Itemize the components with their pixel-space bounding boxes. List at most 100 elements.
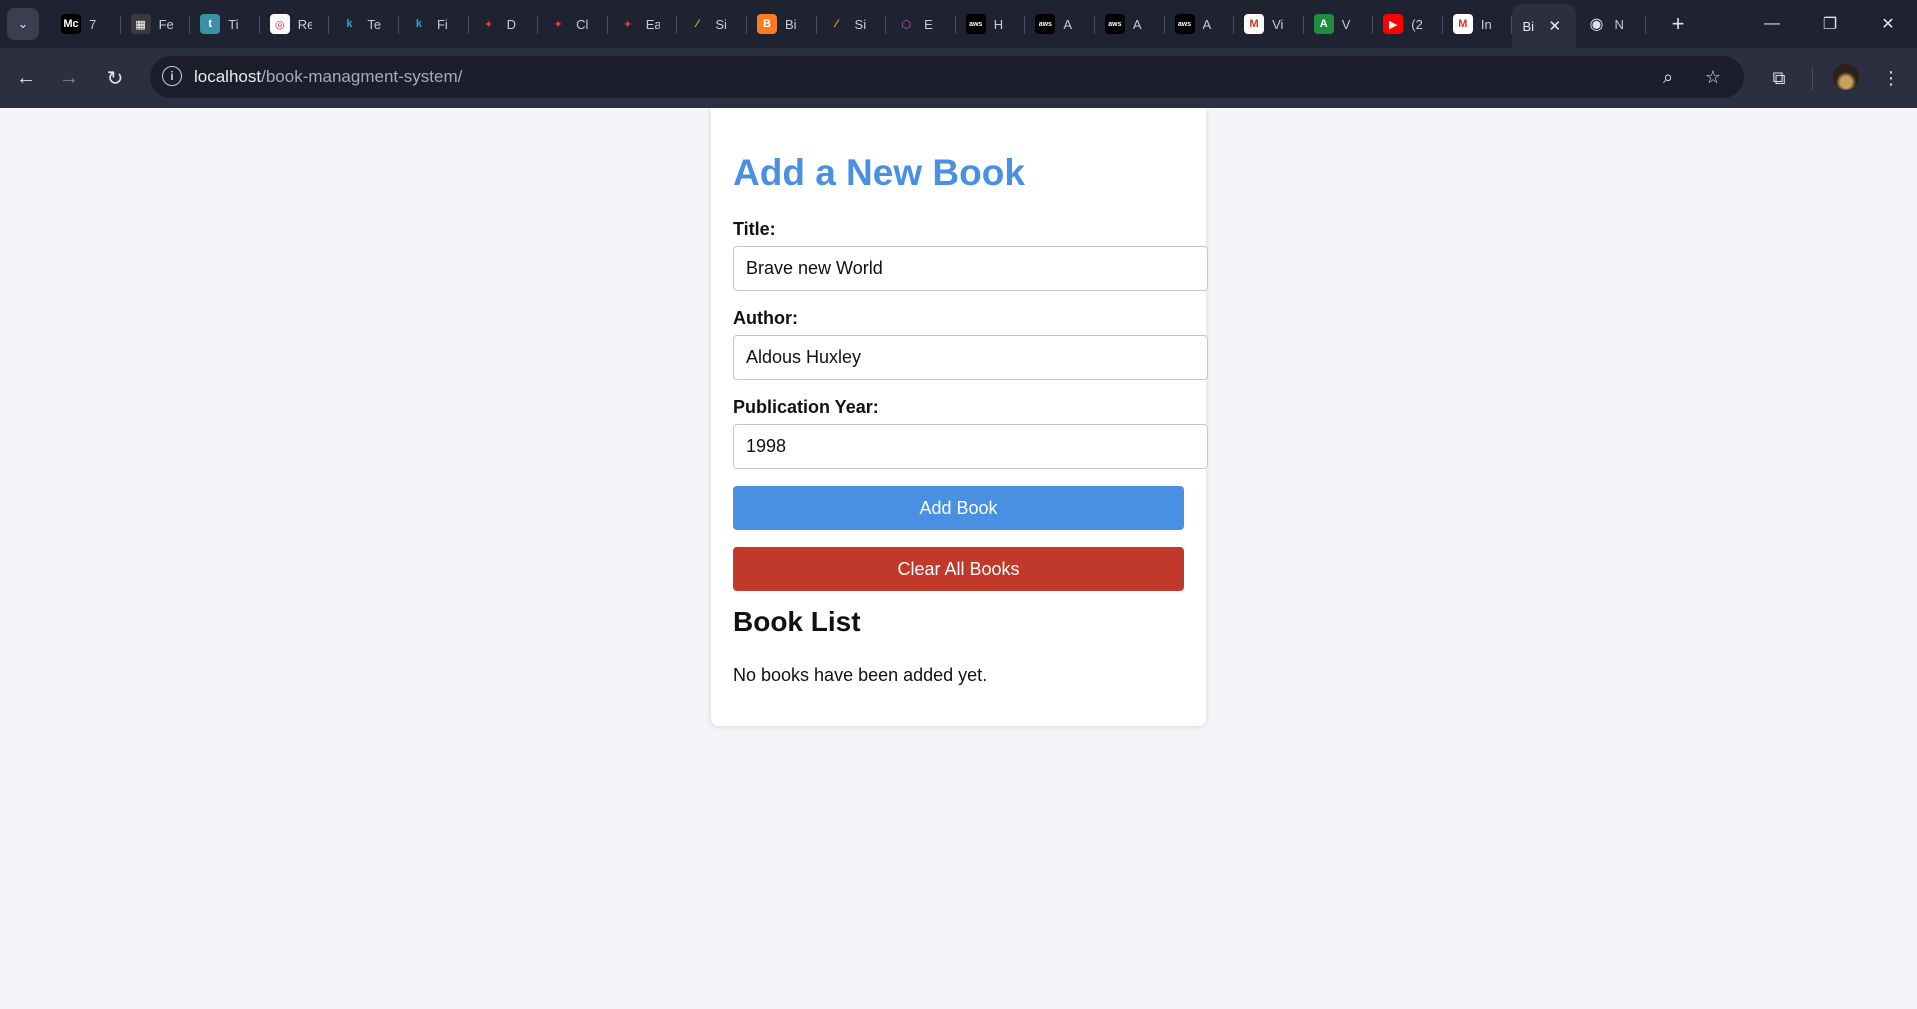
- browser-toolbar: ← → ↻ i localhost/book-managment-system/…: [0, 48, 1917, 108]
- cube-icon: ⬡: [896, 14, 917, 34]
- tab-title: Cl: [576, 16, 589, 32]
- publication-year-field[interactable]: [733, 424, 1208, 469]
- maple-leaf-icon: ✦: [617, 14, 638, 34]
- add-book-card: Add a New Book Title: Author: Publicatio…: [711, 108, 1208, 726]
- browser-tab[interactable]: aws A: [1165, 0, 1235, 48]
- maple-leaf-icon: ✦: [548, 14, 569, 34]
- k-logo-icon: k: [408, 14, 429, 34]
- clear-all-books-button[interactable]: Clear All Books: [733, 547, 1184, 591]
- address-bar[interactable]: i localhost/book-managment-system/ ⌕ ☆: [150, 56, 1744, 98]
- extensions-icon[interactable]: ⧉: [1765, 64, 1793, 92]
- url-host: localhost: [194, 67, 262, 86]
- close-window-button[interactable]: ✕: [1859, 0, 1917, 48]
- tab-title: V: [1341, 16, 1351, 32]
- tab-title: Fi: [436, 16, 448, 32]
- publication-year-label: Publication Year:: [733, 397, 879, 417]
- tab-title: Te: [367, 16, 382, 32]
- browser-tab[interactable]: ✦ D: [469, 0, 539, 48]
- tab-title: Ti: [228, 16, 239, 32]
- k-logo-icon: k: [339, 14, 360, 34]
- browser-tab[interactable]: aws A: [1095, 0, 1165, 48]
- tab-title: A: [1202, 16, 1212, 32]
- tab-title: Ea: [645, 16, 660, 32]
- browser-tab[interactable]: Mc 7: [51, 0, 121, 48]
- bookmark-star-icon[interactable]: ☆: [1702, 66, 1724, 88]
- gmail-icon: M: [1244, 14, 1265, 34]
- menu-icon[interactable]: ⋮: [1877, 64, 1905, 92]
- chevron-down-icon: ⌄: [17, 16, 29, 31]
- aws-icon: aws: [1104, 14, 1125, 34]
- tab-title: D: [506, 16, 516, 32]
- active-browser-tab[interactable]: Bi ✕: [1512, 4, 1577, 48]
- t-logo-icon: t: [200, 14, 221, 34]
- browser-tab[interactable]: B Bi: [747, 0, 817, 48]
- tab-title: Bi: [1522, 18, 1535, 34]
- tab-title: 7: [89, 16, 97, 32]
- keyboard-icon: ▦: [130, 14, 151, 34]
- tab-title: Si: [715, 16, 727, 32]
- aws-icon: aws: [1035, 14, 1056, 34]
- empty-list-message: No books have been added yet.: [733, 665, 988, 685]
- page-title: Add a New Book: [733, 152, 1025, 193]
- browser-tab[interactable]: M Vi: [1234, 0, 1304, 48]
- browser-tab[interactable]: ⁄ Si: [817, 0, 887, 48]
- browser-tab[interactable]: aws A: [1025, 0, 1095, 48]
- forward-button[interactable]: →: [55, 64, 83, 92]
- reload-button[interactable]: ↻: [101, 64, 129, 92]
- tab-title: A: [1063, 16, 1072, 32]
- browser-tab[interactable]: ▦ Fe: [121, 0, 191, 48]
- tab-title: (2: [1411, 16, 1423, 32]
- browser-tab[interactable]: M In: [1443, 0, 1513, 48]
- zoom-icon[interactable]: ⌕: [1657, 66, 1679, 88]
- tab-title: Bi: [784, 16, 797, 32]
- a-logo-icon: A: [1313, 14, 1334, 34]
- browser-tab[interactable]: ✦ Ea: [608, 0, 678, 48]
- tab-title: H: [993, 16, 1004, 32]
- url-text[interactable]: localhost/book-managment-system/: [194, 67, 462, 87]
- tab-title: N: [1614, 16, 1624, 32]
- tab-search-button[interactable]: ⌄: [7, 8, 39, 40]
- tab-title: E: [924, 16, 933, 32]
- browser-tab[interactable]: aws H: [956, 0, 1026, 48]
- openai-icon: ◎: [269, 14, 290, 34]
- browser-tab[interactable]: AV: [1304, 0, 1374, 48]
- title-field[interactable]: [733, 246, 1208, 291]
- author-label: Author:: [733, 308, 798, 328]
- book-list-heading: Book List: [733, 606, 861, 637]
- author-field[interactable]: [733, 335, 1208, 380]
- new-tab-button[interactable]: +: [1664, 11, 1692, 37]
- browser-tab[interactable]: ◉ N: [1576, 0, 1646, 48]
- toolbar-divider: [1812, 68, 1813, 90]
- browser-tab[interactable]: k Fi: [399, 0, 469, 48]
- tab-title: In: [1480, 16, 1492, 32]
- title-label: Title:: [733, 219, 776, 239]
- medium-icon: Mc: [61, 14, 81, 34]
- stripe-logo-icon: ⁄: [687, 14, 708, 34]
- tab-strip: ⌄ Mc 7 ▦ Fe t Ti ◎ Re k Te k Fi ✦ D ✦ Cl ✦ Ea ⁄ Si B Bi ⁄ Si ⬡ Ea…: [0, 0, 1917, 48]
- youtube-icon: ▶: [1383, 14, 1404, 34]
- minimize-button[interactable]: —: [1743, 0, 1801, 48]
- add-book-button[interactable]: Add Book: [733, 486, 1184, 530]
- browser-tab[interactable]: ⬡ E: [886, 0, 956, 48]
- close-tab-icon[interactable]: ✕: [1548, 17, 1561, 35]
- aws-icon: aws: [965, 14, 986, 34]
- site-info-icon[interactable]: i: [162, 66, 182, 86]
- stripe-logo-icon: ⁄: [826, 14, 847, 34]
- tab-title: Vi: [1272, 16, 1284, 32]
- chrome-icon: ◉: [1589, 16, 1604, 33]
- maple-leaf-icon: ✦: [478, 14, 499, 34]
- window-controls: — ❐ ✕: [1743, 0, 1917, 48]
- browser-tab[interactable]: t Ti: [190, 0, 260, 48]
- tab-title: Fe: [158, 16, 173, 32]
- restore-button[interactable]: ❐: [1801, 0, 1859, 48]
- tab-list: Mc 7 ▦ Fe t Ti ◎ Re k Te k Fi ✦ D ✦ Cl ✦ Ea ⁄ Si B Bi ⁄ Si ⬡ Eaws…: [51, 0, 1646, 48]
- profile-avatar[interactable]: [1833, 64, 1859, 90]
- url-path: /book-managment-system/: [261, 67, 463, 86]
- gmail-icon: M: [1452, 14, 1473, 34]
- browser-tab[interactable]: ⁄ Si: [677, 0, 747, 48]
- back-button[interactable]: ←: [12, 64, 40, 92]
- browser-tab[interactable]: ▶ (2: [1373, 0, 1443, 48]
- browser-tab[interactable]: ◎ Re: [260, 0, 330, 48]
- browser-tab[interactable]: k Te: [329, 0, 399, 48]
- browser-tab[interactable]: ✦ Cl: [538, 0, 608, 48]
